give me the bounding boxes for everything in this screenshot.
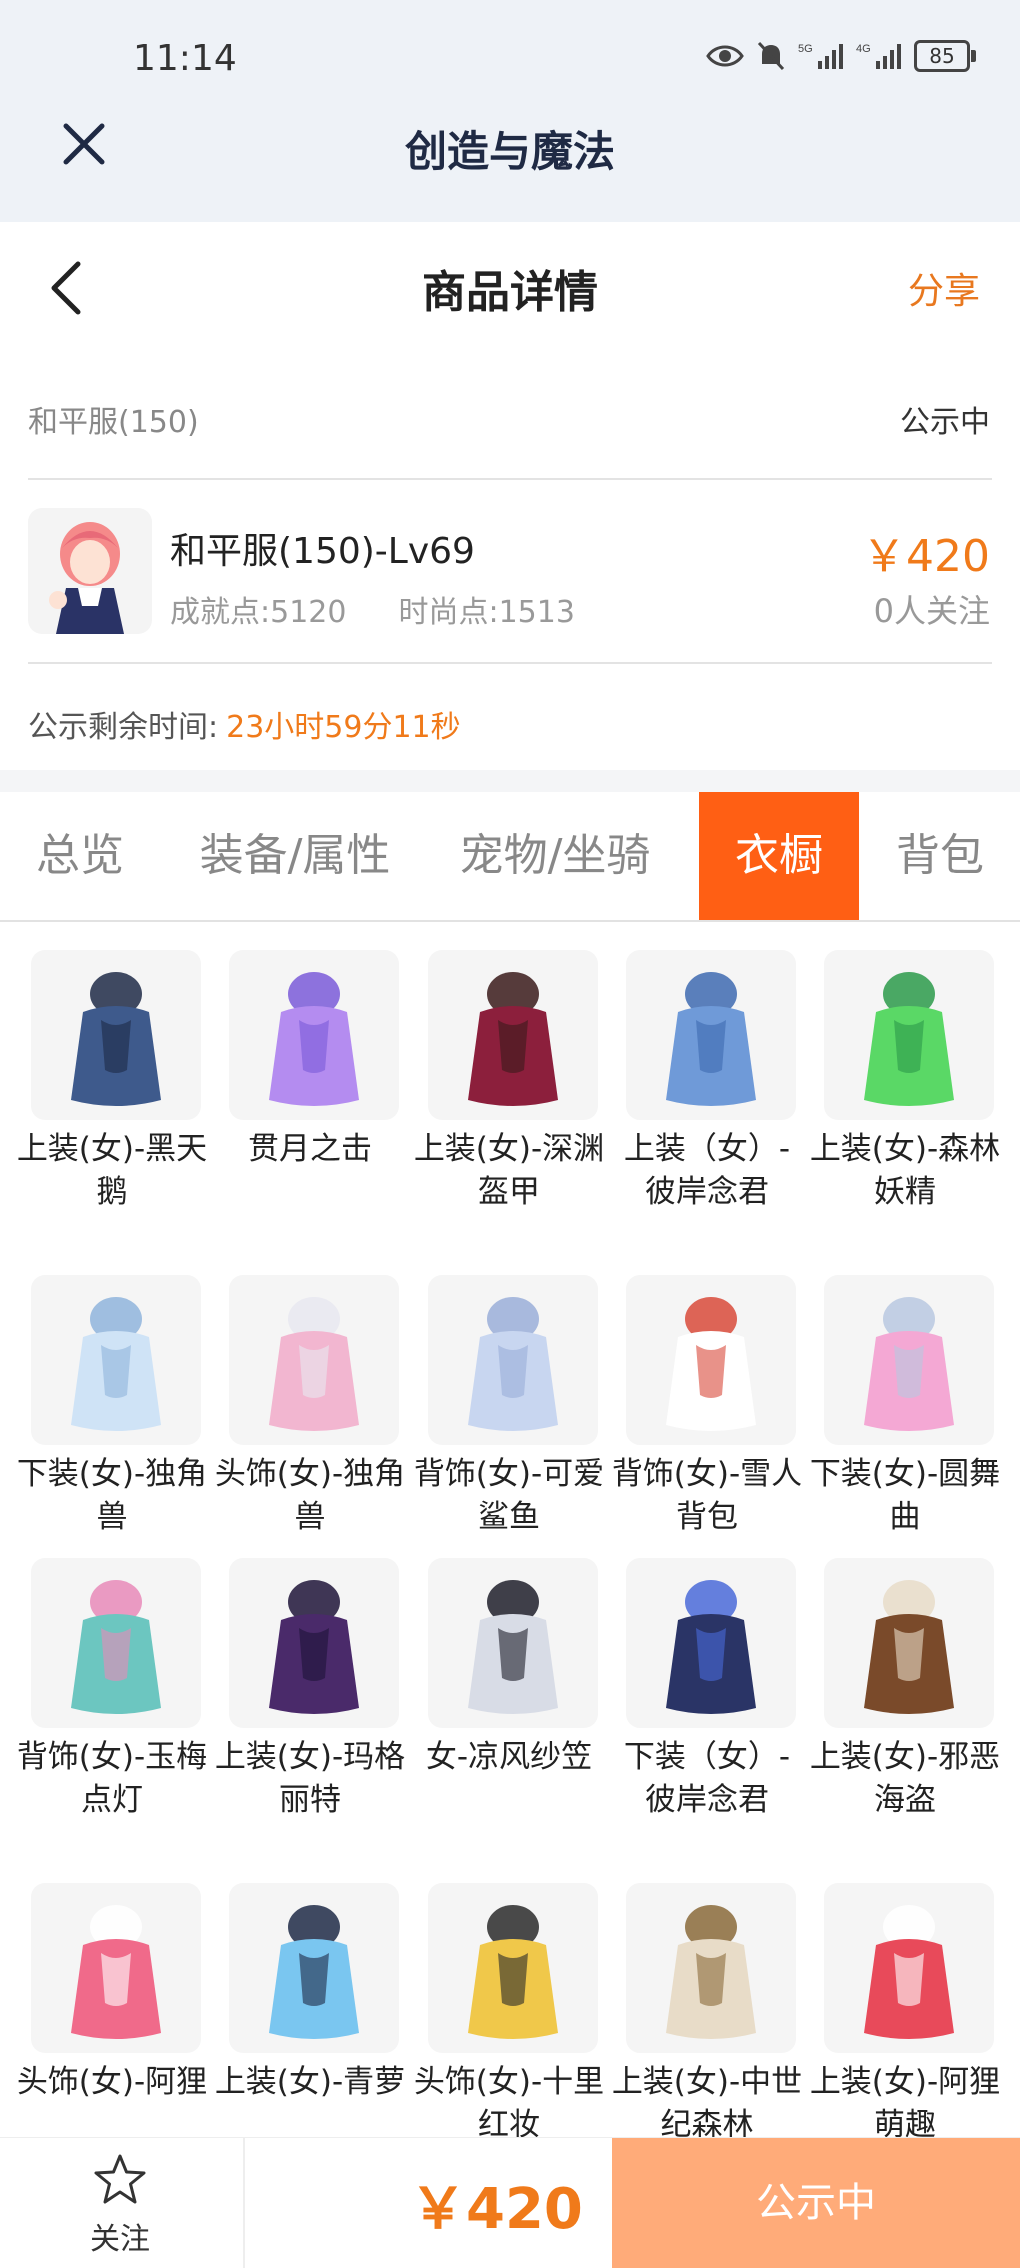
purple-wing-weapon-icon <box>229 950 399 1120</box>
svg-text:4G: 4G <box>856 43 871 55</box>
blue-kimono-icon <box>229 1883 399 2053</box>
bottom-bar: 关注 ￥420 公示中 <box>0 2137 1020 2268</box>
tab-equipment[interactable]: 装备/属性 <box>170 792 420 920</box>
follow-button[interactable]: 关注 <box>60 2152 180 2262</box>
pirate-outfit-icon <box>824 1558 994 1728</box>
share-button[interactable]: 分享 <box>908 262 980 314</box>
publicity-status-button[interactable]: 公示中 <box>612 2138 1020 2268</box>
unicorn-shoes-icon <box>31 1275 201 1445</box>
wardrobe-item-label: 背饰(女)-雪人背包 <box>611 1456 803 1535</box>
wardrobe-item-label: 背饰(女)-可爱鲨鱼 <box>413 1456 605 1535</box>
wardrobe-item-label: 上装(女)-森林妖精 <box>809 1131 1001 1210</box>
app-title: 创造与魔法 <box>404 127 615 176</box>
divider <box>28 662 992 664</box>
fashion-points: 时尚点:1513 <box>398 595 575 630</box>
item-stats: 成就点:5120 时尚点:1513 <box>170 587 575 631</box>
wardrobe-item-label: 上装(女)-深渊盔甲 <box>413 1131 605 1210</box>
wardrobe-item-label: 上装(女)-青萝 <box>214 2064 406 2100</box>
remaining-time: 公示剩余时间: 23小时59分11秒 <box>28 702 461 746</box>
app-top-bar <box>0 0 1020 222</box>
tab-bar: 总览 装备/属性 宠物/坐骑 衣橱 背包 <box>0 792 1020 920</box>
bottom-price: ￥420 <box>410 2177 583 2242</box>
divider <box>0 920 1020 922</box>
mute-bell-icon <box>757 41 785 71</box>
fox-hoodie-icon <box>824 1883 994 2053</box>
forest-fairy-dress-icon <box>824 950 994 1120</box>
tab-pets[interactable]: 宠物/坐骑 <box>430 792 680 920</box>
divider <box>28 478 992 480</box>
eye-icon <box>706 45 744 67</box>
wardrobe-item-label: 下装(女)-独角兽 <box>16 1456 208 1535</box>
wardrobe-item-label: 上装(女)-玛格丽特 <box>214 1739 406 1818</box>
wardrobe-item-label: 头饰(女)-阿狸 <box>16 2064 208 2100</box>
star-icon <box>94 2154 146 2204</box>
svg-text:5G: 5G <box>798 43 813 55</box>
wardrobe-item-label: 上装(女)-黑天鹅 <box>16 1131 208 1210</box>
wardrobe-item-label: 上装（女）-彼岸念君 <box>623 1131 791 1210</box>
server-category: 和平服(150) <box>28 405 199 440</box>
item-name: 和平服(150)-Lv69 <box>170 531 475 572</box>
follower-count: 0人关注 <box>873 592 990 630</box>
achievement-points: 成就点:5120 <box>170 595 347 630</box>
wardrobe-item-label: 上装(女)-邪恶海盗 <box>809 1739 1001 1818</box>
wardrobe-item-label: 背饰(女)-玉梅点灯 <box>16 1739 208 1818</box>
wardrobe-item-label: 上装(女)-中世纪森林 <box>611 2064 803 2143</box>
tab-overview[interactable]: 总览 <box>0 792 160 920</box>
wardrobe-item-label: 头饰(女)-十里红妆 <box>413 2064 605 2143</box>
wardrobe-item-label: 女-凉风纱笠 <box>425 1739 593 1775</box>
navy-stockings-icon <box>626 1558 796 1728</box>
shark-backpack-icon <box>428 1275 598 1445</box>
pink-heels-icon <box>824 1275 994 1445</box>
veil-hat-icon <box>428 1558 598 1728</box>
abyss-armor-icon <box>428 950 598 1120</box>
battery-icon: 85 <box>914 40 976 72</box>
wardrobe-item-label: 贯月之击 <box>248 1131 372 1167</box>
wardrobe-item-label: 头饰(女)-独角兽 <box>214 1456 406 1535</box>
golden-crown-icon <box>428 1883 598 2053</box>
listing-status: 公示中 <box>900 405 990 440</box>
page-title: 商品详情 <box>422 267 598 318</box>
blue-gown-icon <box>626 950 796 1120</box>
follow-label: 关注 <box>90 2222 150 2257</box>
character-avatar <box>28 508 152 634</box>
dark-purple-dress-icon <box>229 1558 399 1728</box>
signal-4g-icon: 4G <box>856 43 901 69</box>
jade-lantern-icon <box>31 1558 201 1728</box>
ahri-fox-head-icon <box>31 1883 201 2053</box>
wardrobe-item-label: 下装(女)-圆舞曲 <box>809 1456 1001 1535</box>
status-time: 11:14 <box>133 38 237 79</box>
section-separator <box>0 770 1020 792</box>
snowman-backpack-icon <box>626 1275 796 1445</box>
signal-5g-icon: 5G <box>798 43 843 69</box>
tab-wardrobe[interactable]: 衣橱 <box>699 792 859 920</box>
tab-bag[interactable]: 背包 <box>860 792 1020 920</box>
medieval-dress-icon <box>626 1883 796 2053</box>
item-price: ￥420 <box>862 531 990 582</box>
wardrobe-item-label: 下装（女）-彼岸念君 <box>623 1739 791 1818</box>
status-icons: 5G 4G 85 <box>706 40 976 72</box>
remaining-label: 公示剩余时间: <box>28 710 219 745</box>
wardrobe-item-label: 上装(女)-阿狸萌趣 <box>809 2064 1001 2143</box>
black-swan-dress-icon <box>31 950 201 1120</box>
remaining-value: 23小时59分11秒 <box>226 710 461 745</box>
unicorn-hood-icon <box>229 1275 399 1445</box>
divider <box>243 2138 245 2268</box>
